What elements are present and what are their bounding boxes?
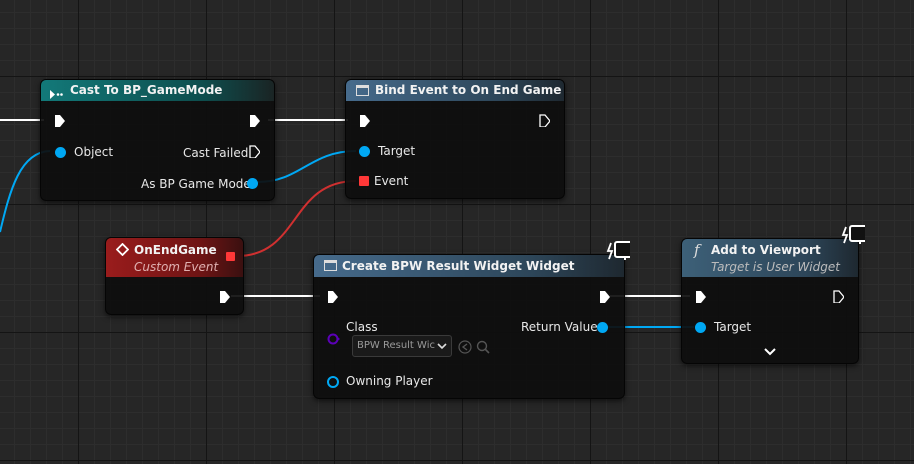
cast-node-header: Cast To BP_GameMode: [41, 80, 274, 101]
create-class-pin[interactable]: [327, 333, 341, 345]
cast-exec-in-pin[interactable]: [54, 114, 65, 127]
network-monitor-icon: [606, 241, 630, 260]
bind-event-node[interactable]: Bind Event to On End Game Target Event: [345, 79, 565, 199]
cast-icon: [49, 85, 63, 99]
cast-object-pin[interactable]: [55, 147, 66, 158]
bind-event-label: Event: [374, 174, 409, 188]
custom-event-exec-out-pin[interactable]: [219, 290, 230, 303]
create-class-label: Class: [346, 320, 378, 334]
custom-event-subtitle: Custom Event: [134, 260, 219, 274]
class-dropdown[interactable]: BPW Result Wic: [352, 335, 452, 357]
custom-event-node[interactable]: OnEndGame Custom Event: [105, 237, 244, 315]
use-selected-icon[interactable]: [458, 340, 472, 354]
bind-node-header: Bind Event to On End Game: [346, 80, 564, 101]
bind-exec-in-pin[interactable]: [359, 114, 370, 127]
add-exec-in-pin[interactable]: [695, 290, 706, 303]
bind-exec-out-pin[interactable]: [539, 114, 550, 127]
event-diamond-icon: [116, 243, 129, 256]
chevron-down-icon: [437, 343, 447, 350]
create-return-label: Return Value: [521, 320, 598, 334]
cast-as-pin[interactable]: [247, 178, 258, 189]
function-icon: [356, 85, 369, 96]
cast-node-title: Cast To BP_GameMode: [70, 83, 223, 97]
custom-event-header: OnEndGame Custom Event: [106, 238, 243, 277]
custom-event-title: OnEndGame: [134, 243, 217, 257]
cast-exec-out-pin[interactable]: [249, 114, 260, 127]
event-delegate-pin[interactable]: [226, 252, 235, 261]
function-f-icon: f: [694, 241, 700, 259]
cast-as-label: As BP Game Mode: [141, 177, 251, 191]
create-widget-title: Create BPW Result Widget Widget: [342, 259, 575, 273]
cast-node[interactable]: Cast To BP_GameMode Object Cast Failed A…: [40, 79, 275, 201]
add-viewport-title: Add to Viewport: [711, 243, 821, 257]
add-viewport-subtitle: Target is User Widget: [711, 260, 840, 274]
cast-object-label: Object: [74, 145, 114, 159]
cast-failed-label: Cast Failed: [183, 146, 249, 160]
bind-target-label: Target: [378, 144, 416, 158]
bind-event-pin[interactable]: [359, 176, 369, 186]
create-return-pin[interactable]: [597, 322, 608, 333]
create-exec-in-pin[interactable]: [327, 290, 338, 303]
expand-chevron-icon[interactable]: [764, 348, 776, 356]
create-widget-node[interactable]: Create BPW Result Widget Widget Class BP…: [313, 254, 625, 399]
create-exec-out-pin[interactable]: [599, 290, 610, 303]
add-viewport-header: f Add to Viewport Target is User Widget: [682, 239, 858, 277]
function-icon: [324, 260, 337, 271]
add-exec-out-pin[interactable]: [833, 290, 844, 303]
create-widget-header: Create BPW Result Widget Widget: [314, 255, 624, 277]
create-owning-pin[interactable]: [327, 376, 339, 388]
cast-failed-pin[interactable]: [249, 145, 260, 158]
add-viewport-node[interactable]: f Add to Viewport Target is User Widget …: [681, 238, 859, 364]
class-dropdown-value: BPW Result Wic: [357, 340, 435, 351]
add-target-label: Target: [714, 320, 752, 334]
network-monitor-icon-2: [841, 225, 865, 244]
create-owning-label: Owning Player: [346, 374, 433, 388]
browse-search-icon[interactable]: [476, 340, 490, 354]
add-target-pin[interactable]: [695, 322, 706, 333]
bind-node-title: Bind Event to On End Game: [375, 83, 562, 97]
bind-target-pin[interactable]: [359, 146, 370, 157]
